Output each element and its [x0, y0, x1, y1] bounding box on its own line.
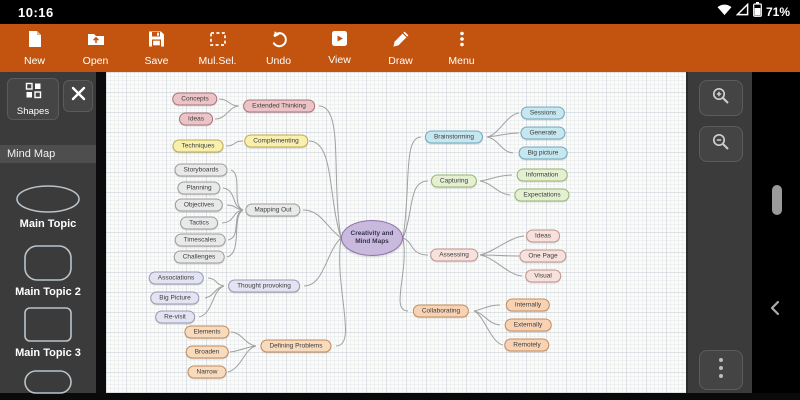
more-dots-icon: [718, 356, 724, 385]
multi-select-button[interactable]: Mul.Sel.: [187, 26, 248, 70]
shape-stadium[interactable]: [0, 369, 96, 395]
view-icon: [331, 30, 348, 52]
mindmap-canvas[interactable]: Concepts Ideas Extended Thinking Techniq…: [106, 72, 686, 393]
mindmap-node[interactable]: Brainstorming: [425, 131, 483, 144]
mindmap-node[interactable]: Re-visit: [155, 311, 195, 324]
mindmap-node[interactable]: Narrow: [188, 366, 227, 379]
mindmap-node[interactable]: Generate: [520, 127, 565, 140]
mindmap-node[interactable]: Planning: [177, 182, 220, 195]
mindmap-node[interactable]: Tactics: [180, 217, 218, 230]
shapes-button[interactable]: Shapes: [7, 78, 59, 120]
shape-main-topic[interactable]: Main Topic: [0, 184, 96, 230]
zoom-out-button[interactable]: [699, 126, 743, 162]
mindmap-node[interactable]: Timescales: [175, 234, 226, 247]
mindmap-node[interactable]: Complementing: [244, 135, 308, 148]
close-icon: [71, 86, 86, 106]
zoom-in-button[interactable]: [699, 80, 743, 116]
draw-icon: [392, 30, 410, 53]
mindmap-node[interactable]: Elements: [184, 326, 229, 339]
mindmap-node[interactable]: Objectives: [175, 199, 223, 212]
mindmap-node[interactable]: Big picture: [519, 147, 568, 160]
mindmap-node[interactable]: Ideas: [179, 113, 213, 126]
mindmap-node[interactable]: Capturing: [431, 175, 477, 188]
nav-handle[interactable]: [772, 185, 782, 215]
mindmap-node[interactable]: Techniques: [173, 140, 224, 153]
multi-select-icon: [209, 30, 227, 53]
mindmap-node[interactable]: Associations: [149, 272, 204, 285]
mindmap-node[interactable]: Internally: [506, 299, 550, 312]
sidebar-canvas-divider: [96, 72, 106, 393]
rect-shape-icon: [23, 306, 73, 343]
mindmap-node[interactable]: Storyboards: [174, 164, 227, 177]
more-options-button[interactable]: [699, 350, 743, 390]
menu-button[interactable]: Menu: [431, 26, 492, 70]
rounded-rect-shape-icon: [23, 244, 73, 282]
bottom-edge: [0, 393, 800, 400]
mindmap-node[interactable]: Defining Problems: [260, 340, 331, 353]
menu-icon: [453, 30, 471, 53]
mindmap-node[interactable]: Concepts: [172, 93, 217, 106]
undo-button[interactable]: Undo: [248, 26, 309, 70]
main-toolbar: New Open Save Mul.Sel. Undo: [0, 24, 800, 72]
save-button[interactable]: Save: [126, 26, 187, 70]
status-bar: 10:16 71%: [0, 0, 800, 24]
mindmap-node[interactable]: Challenges: [174, 251, 225, 264]
new-file-icon: [26, 30, 43, 53]
mindmap-node[interactable]: Big Picture: [150, 292, 199, 305]
back-button[interactable]: [768, 300, 782, 321]
new-button[interactable]: New: [4, 26, 65, 70]
mindmap-node[interactable]: Information: [517, 169, 568, 182]
android-nav-bar: [752, 72, 800, 393]
mindmap-node[interactable]: Expectations: [514, 189, 569, 202]
mindmap-node[interactable]: Externally: [505, 319, 552, 332]
clock: 10:16: [18, 5, 54, 20]
wifi-icon: [717, 3, 732, 21]
zoom-panel: [686, 72, 752, 393]
shape-main-topic-2[interactable]: Main Topic 2: [0, 244, 96, 298]
open-folder-icon: [87, 30, 105, 53]
mindmap-node[interactable]: Sessions: [521, 107, 565, 120]
shapes-sidebar: Shapes Mind Map Main Topic Main Topic 2: [0, 72, 96, 393]
mindmap-node[interactable]: Mapping Out: [245, 204, 300, 217]
shape-category-header[interactable]: Mind Map: [0, 145, 96, 163]
mindmap-node[interactable]: Extended Thinking: [243, 100, 315, 113]
mindmap-node[interactable]: Remotely: [504, 339, 549, 352]
mindmap-node[interactable]: Collaborating: [413, 305, 469, 318]
stadium-shape-icon: [23, 369, 73, 395]
ellipse-shape-icon: [14, 184, 82, 214]
zoom-out-icon: [711, 132, 731, 157]
cell-signal-icon: [736, 3, 749, 21]
view-button[interactable]: View: [309, 26, 370, 70]
mindmap-node[interactable]: One Page: [519, 250, 566, 263]
undo-icon: [270, 30, 288, 53]
chevron-left-icon: [768, 303, 782, 320]
mindmap-node[interactable]: Visual: [525, 270, 561, 283]
mindmap-node[interactable]: Broaden: [186, 346, 229, 359]
battery-icon: [753, 2, 762, 22]
draw-button[interactable]: Draw: [370, 26, 431, 70]
open-button[interactable]: Open: [65, 26, 126, 70]
shapes-grid-icon: [25, 82, 42, 104]
shape-main-topic-3[interactable]: Main Topic 3: [0, 306, 96, 359]
battery-percent: 71%: [766, 5, 790, 19]
mindmap-node[interactable]: Thought provoking: [228, 280, 300, 293]
mindmap-root-node[interactable]: Creativity and Mind Maps: [341, 220, 403, 256]
close-panel-button[interactable]: [63, 80, 93, 112]
mindmap-node[interactable]: Ideas: [526, 230, 560, 243]
save-icon: [148, 30, 165, 53]
zoom-in-icon: [711, 86, 731, 111]
mindmap-node[interactable]: Assessing: [430, 249, 478, 262]
app-screen: 10:16 71% New: [0, 0, 800, 400]
